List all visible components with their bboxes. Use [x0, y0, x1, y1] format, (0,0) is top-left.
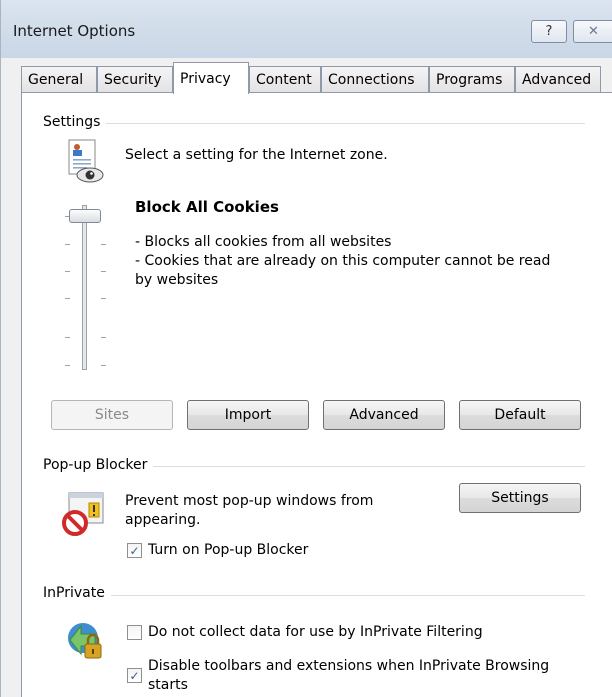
turn-on-popup-blocker-label[interactable]: Turn on Pop-up Blocker [148, 541, 308, 560]
close-icon: ✕ [588, 24, 599, 39]
zone-description: Select a setting for the Internet zone. [125, 147, 388, 163]
tab-label: General [28, 72, 84, 88]
popup-settings-button[interactable]: Settings [459, 483, 581, 513]
button-label: Advanced [349, 407, 419, 423]
tab-label: Privacy [180, 70, 231, 87]
default-button[interactable]: Default [459, 400, 581, 430]
slider-tick [65, 337, 70, 338]
slider-tick [65, 365, 70, 366]
checkmark-icon: ✓ [129, 543, 140, 558]
tab-label: Security [104, 72, 162, 88]
tab-label: Connections [328, 72, 415, 88]
slider-tick [101, 271, 106, 272]
privacy-level-description: - Blocks all cookies from all websites -… [135, 234, 551, 288]
disable-toolbars-checkbox[interactable]: ✓ [127, 668, 142, 683]
slider-tick [101, 244, 106, 245]
popup-description: Prevent most pop-up windows from appeari… [125, 493, 374, 528]
sites-button[interactable]: Sites [51, 400, 173, 430]
help-icon: ? [545, 24, 553, 39]
inprivate-group-label: InPrivate [43, 585, 111, 601]
title-bar: Internet Options ? ✕ [1, 0, 612, 58]
privacy-document-eye-icon [68, 139, 104, 183]
disable-toolbars-label[interactable]: Disable toolbars and extensions when InP… [148, 657, 588, 695]
import-button[interactable]: Import [187, 400, 309, 430]
no-data-inprivate-filtering-checkbox[interactable] [127, 625, 142, 640]
button-label: Settings [491, 490, 549, 506]
internet-options-window: Internet Options ? ✕ General Security Pr… [0, 0, 612, 697]
tab-connections[interactable]: Connections [321, 66, 429, 93]
slider-tick [101, 298, 106, 299]
help-button[interactable]: ? [531, 20, 567, 43]
tab-label: Programs [436, 72, 503, 88]
privacy-slider-track[interactable] [82, 205, 87, 370]
close-button[interactable]: ✕ [573, 20, 612, 43]
slider-tick [101, 337, 106, 338]
no-data-inprivate-filtering-label[interactable]: Do not collect data for use by InPrivate… [148, 623, 483, 642]
button-label: Sites [94, 407, 130, 423]
tab-general[interactable]: General [21, 66, 97, 93]
button-label: Default [494, 407, 546, 423]
tab-privacy[interactable]: Privacy [173, 62, 249, 94]
slider-tick [65, 298, 70, 299]
tab-label: Advanced [522, 72, 592, 88]
window-title: Internet Options [13, 22, 136, 40]
tab-advanced[interactable]: Advanced [515, 66, 601, 93]
button-label: Import [224, 407, 272, 423]
slider-tick [65, 244, 70, 245]
checkmark-icon: ✓ [129, 668, 140, 683]
tab-programs[interactable]: Programs [429, 66, 515, 93]
tab-security[interactable]: Security [97, 66, 173, 93]
privacy-tab-page [21, 92, 612, 697]
turn-on-popup-blocker-checkbox[interactable]: ✓ [127, 543, 142, 558]
settings-group-line [45, 123, 585, 124]
settings-group-label: Settings [43, 114, 107, 130]
privacy-level-title: Block All Cookies [135, 198, 279, 216]
privacy-slider-thumb[interactable] [69, 209, 101, 223]
tab-strip: General Security Privacy Content Connect… [21, 62, 612, 94]
slider-tick [65, 271, 70, 272]
inprivate-lock-icon [68, 623, 102, 659]
advanced-button[interactable]: Advanced [323, 400, 445, 430]
inprivate-group-line [45, 595, 585, 596]
tab-content[interactable]: Content [249, 66, 321, 93]
slider-tick [101, 365, 106, 366]
popup-group-label: Pop-up Blocker [43, 457, 154, 473]
tab-label: Content [256, 72, 312, 88]
popup-blocked-icon [62, 492, 104, 536]
